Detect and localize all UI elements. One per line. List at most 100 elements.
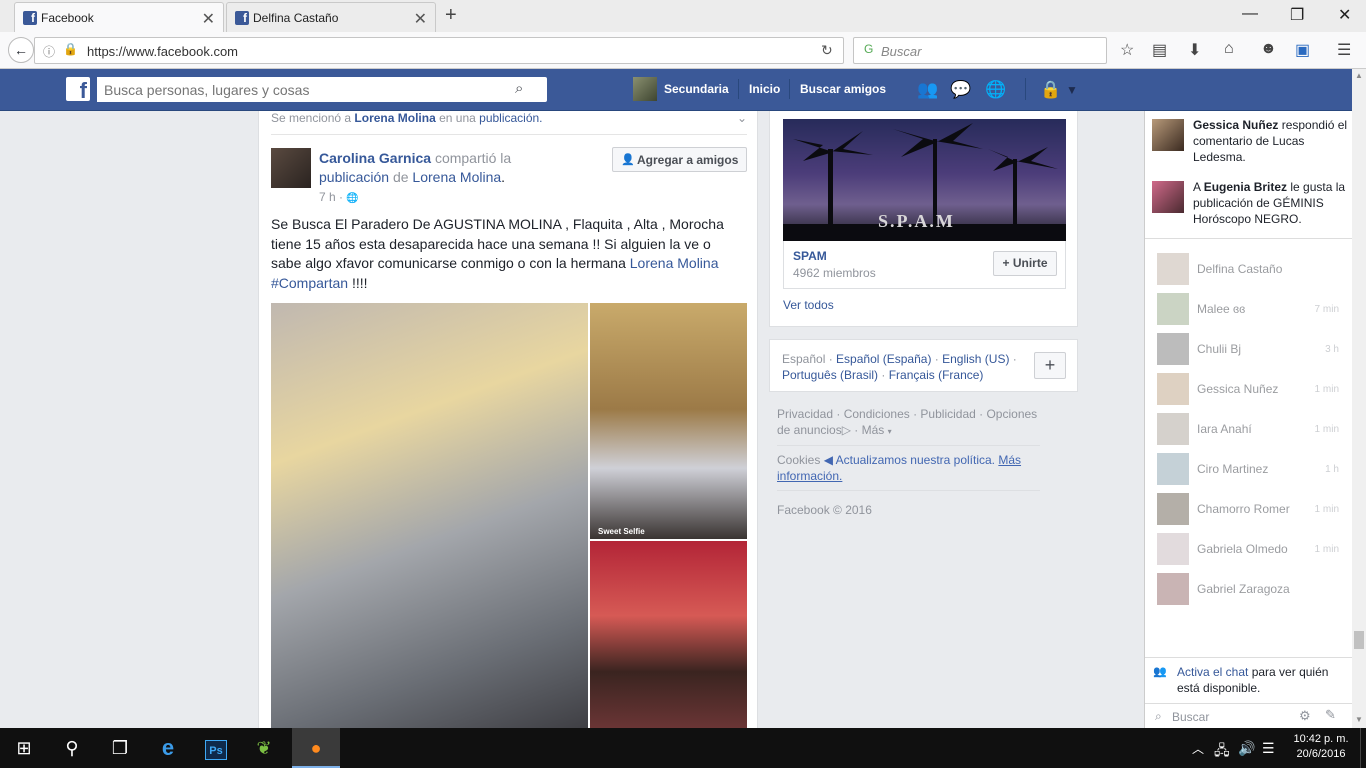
scrollbar-thumb[interactable] — [1354, 631, 1364, 649]
privacy-link[interactable]: Privacidad — [777, 407, 833, 421]
shared-owner-link[interactable]: Lorena Molina — [412, 169, 501, 185]
network-icon[interactable]: 🖧 — [1214, 740, 1230, 764]
group-name-link[interactable]: SPAM — [793, 249, 827, 263]
search-icon[interactable]: ⌕ — [515, 80, 523, 97]
ticker-item[interactable]: A Eugenia Britez le gusta la publicación… — [1152, 180, 1348, 231]
scroll-down-icon[interactable]: ▼ — [1355, 715, 1363, 724]
chat-contact[interactable]: Gabriela Olmedo 1 min — [1157, 533, 1347, 565]
url-bar[interactable]: ⓘ 🔒 https://www.facebook.com ↻ — [34, 37, 844, 64]
photoshop-icon[interactable]: Ps — [192, 728, 240, 768]
edge-icon[interactable]: e — [144, 728, 192, 768]
scroll-up-icon[interactable]: ▲ — [1355, 71, 1363, 80]
clock[interactable]: 10:42 p. m. 20/6/2016 — [1290, 732, 1352, 762]
notifications-globe-icon[interactable]: 🌐 — [985, 80, 1006, 100]
group-cover-image[interactable]: S.P.A.M — [783, 119, 1066, 241]
mention-notice: Se mencionó a Lorena Molina en una publi… — [271, 111, 543, 125]
show-desktop-button[interactable] — [1360, 728, 1366, 768]
messages-icon[interactable]: 💬 — [950, 80, 971, 100]
facebook-logo-icon[interactable]: f — [66, 77, 90, 103]
reading-list-icon[interactable]: ▤ — [1152, 40, 1167, 60]
chat-contact[interactable]: Gessica Nuñez 1 min — [1157, 373, 1347, 405]
menu-icon[interactable]: ☰ — [1337, 40, 1351, 60]
advertising-link[interactable]: Publicidad — [920, 407, 975, 421]
reload-icon[interactable]: ↻ — [821, 42, 833, 59]
ticker-item[interactable]: Gessica Nuñez respondió el comentario de… — [1152, 118, 1348, 169]
show-hidden-icons-icon[interactable]: ︿ — [1192, 740, 1204, 757]
last-active: 3 h — [1325, 344, 1339, 355]
shared-post-link[interactable]: publicación — [319, 169, 389, 185]
language-link[interactable]: Français (France) — [889, 368, 984, 382]
close-tab-icon[interactable]: ✕ — [202, 9, 215, 29]
mentioned-post-link[interactable]: publicación. — [479, 111, 542, 125]
tab-delfina[interactable]: f Delfina Castaño ✕ — [226, 2, 436, 32]
chat-contact[interactable]: Ciro Martinez 1 h — [1157, 453, 1347, 485]
profile-link[interactable]: Secundaria — [664, 82, 729, 96]
home-icon[interactable]: ⌂ — [1224, 40, 1234, 58]
hello-icon[interactable]: ☻ — [1260, 40, 1277, 58]
gear-icon[interactable]: ⚙ — [1299, 708, 1311, 724]
profile-avatar[interactable] — [633, 77, 657, 101]
search-engine-icon[interactable]: G — [864, 42, 873, 56]
firefox-icon[interactable]: ● — [292, 728, 340, 768]
info-icon[interactable]: ⓘ — [43, 43, 55, 60]
language-link[interactable]: Português (Brasil) — [782, 368, 878, 382]
language-link[interactable]: Español (España) — [836, 352, 931, 366]
hashtag-link[interactable]: #Compartan — [271, 275, 348, 291]
see-all-link[interactable]: Ver todos — [783, 298, 834, 312]
minimize-button[interactable]: — — [1242, 5, 1258, 23]
facebook-search-input[interactable] — [97, 77, 502, 102]
last-active: 1 min — [1314, 424, 1339, 435]
facebook-search-box[interactable]: ⌕ — [97, 77, 547, 102]
chat-contact[interactable]: Iara Anahí 1 min — [1157, 413, 1347, 445]
chat-contact[interactable]: Malee ɞɞ 7 min — [1157, 293, 1347, 325]
windows-start-icon[interactable]: ⊞ — [0, 728, 48, 768]
more-link[interactable]: Más — [862, 423, 885, 437]
terms-link[interactable]: Condiciones — [844, 407, 910, 421]
maximize-button[interactable]: ❐ — [1290, 5, 1304, 25]
tab-facebook[interactable]: f Facebook ✕ — [14, 2, 224, 32]
download-icon[interactable]: ⬇ — [1188, 40, 1201, 60]
chat-contact[interactable]: Gabriel Zaragoza — [1157, 573, 1347, 605]
new-tab-button[interactable]: + — [445, 4, 457, 27]
language-card: Español · Español (España) · English (US… — [769, 339, 1078, 392]
back-arrow-icon[interactable]: ← — [8, 37, 34, 63]
post-photo-side-1[interactable]: Sweet Selfie — [590, 303, 747, 539]
find-friends-link[interactable]: Buscar amigos — [800, 82, 886, 96]
chat-contact[interactable]: Chulii Bj 3 h — [1157, 333, 1347, 365]
compose-icon[interactable]: ✎ — [1325, 707, 1336, 723]
extension-icon[interactable]: ▣ — [1295, 40, 1310, 60]
post-photo-side-2[interactable] — [590, 541, 747, 728]
browser-search-input[interactable]: G Buscar — [853, 37, 1107, 64]
add-friend-button[interactable]: 👤 Agregar a amigos — [612, 147, 747, 172]
chat-contact[interactable]: Delfina Castaño — [1157, 253, 1347, 285]
join-group-button[interactable]: + Unirte — [993, 251, 1057, 276]
close-tab-icon[interactable]: ✕ — [414, 9, 427, 29]
post-timestamp[interactable]: 7 h · 🌐 — [319, 190, 359, 204]
window-close-button[interactable]: ✕ — [1338, 5, 1351, 25]
chat-contact[interactable]: Chamorro Romer 1 min — [1157, 493, 1347, 525]
privacy-lock-icon[interactable]: 🔒 — [1040, 80, 1061, 100]
language-link[interactable]: English (US) — [942, 352, 1009, 366]
page-scrollbar[interactable]: ▲ ▼ — [1352, 69, 1366, 728]
author-link[interactable]: Carolina Garnica — [319, 150, 431, 166]
activate-chat-link[interactable]: Activa el chat — [1177, 665, 1248, 679]
policy-update-link[interactable]: ◀ Actualizamos nuestra política. — [824, 453, 995, 467]
author-avatar[interactable] — [271, 148, 311, 188]
bookmark-star-icon[interactable]: ☆ — [1120, 40, 1134, 60]
friend-requests-icon[interactable]: 👥 — [917, 80, 938, 100]
app-leaf-icon[interactable]: ❦ — [240, 728, 288, 768]
action-center-icon[interactable]: ☰ — [1262, 740, 1275, 757]
search-icon[interactable]: ⚲ — [48, 728, 96, 768]
post-options-chevron-icon[interactable]: ⌄ — [737, 111, 747, 125]
divider — [777, 490, 1040, 491]
post-mention-link[interactable]: Lorena Molina — [630, 255, 719, 271]
more-languages-button[interactable]: + — [1034, 352, 1066, 379]
task-view-icon[interactable]: ❐ — [96, 728, 144, 768]
volume-icon[interactable]: 🔊 — [1238, 740, 1255, 757]
cookies-link[interactable]: Cookies — [777, 453, 820, 467]
chat-search[interactable]: ⌕ Buscar ⚙ ✎ — [1145, 703, 1353, 728]
mentioned-user-link[interactable]: Lorena Molina — [354, 111, 435, 125]
home-link[interactable]: Inicio — [749, 82, 780, 96]
post-photo-main[interactable] — [271, 303, 588, 728]
account-dropdown-icon[interactable]: ▼ — [1066, 83, 1078, 97]
